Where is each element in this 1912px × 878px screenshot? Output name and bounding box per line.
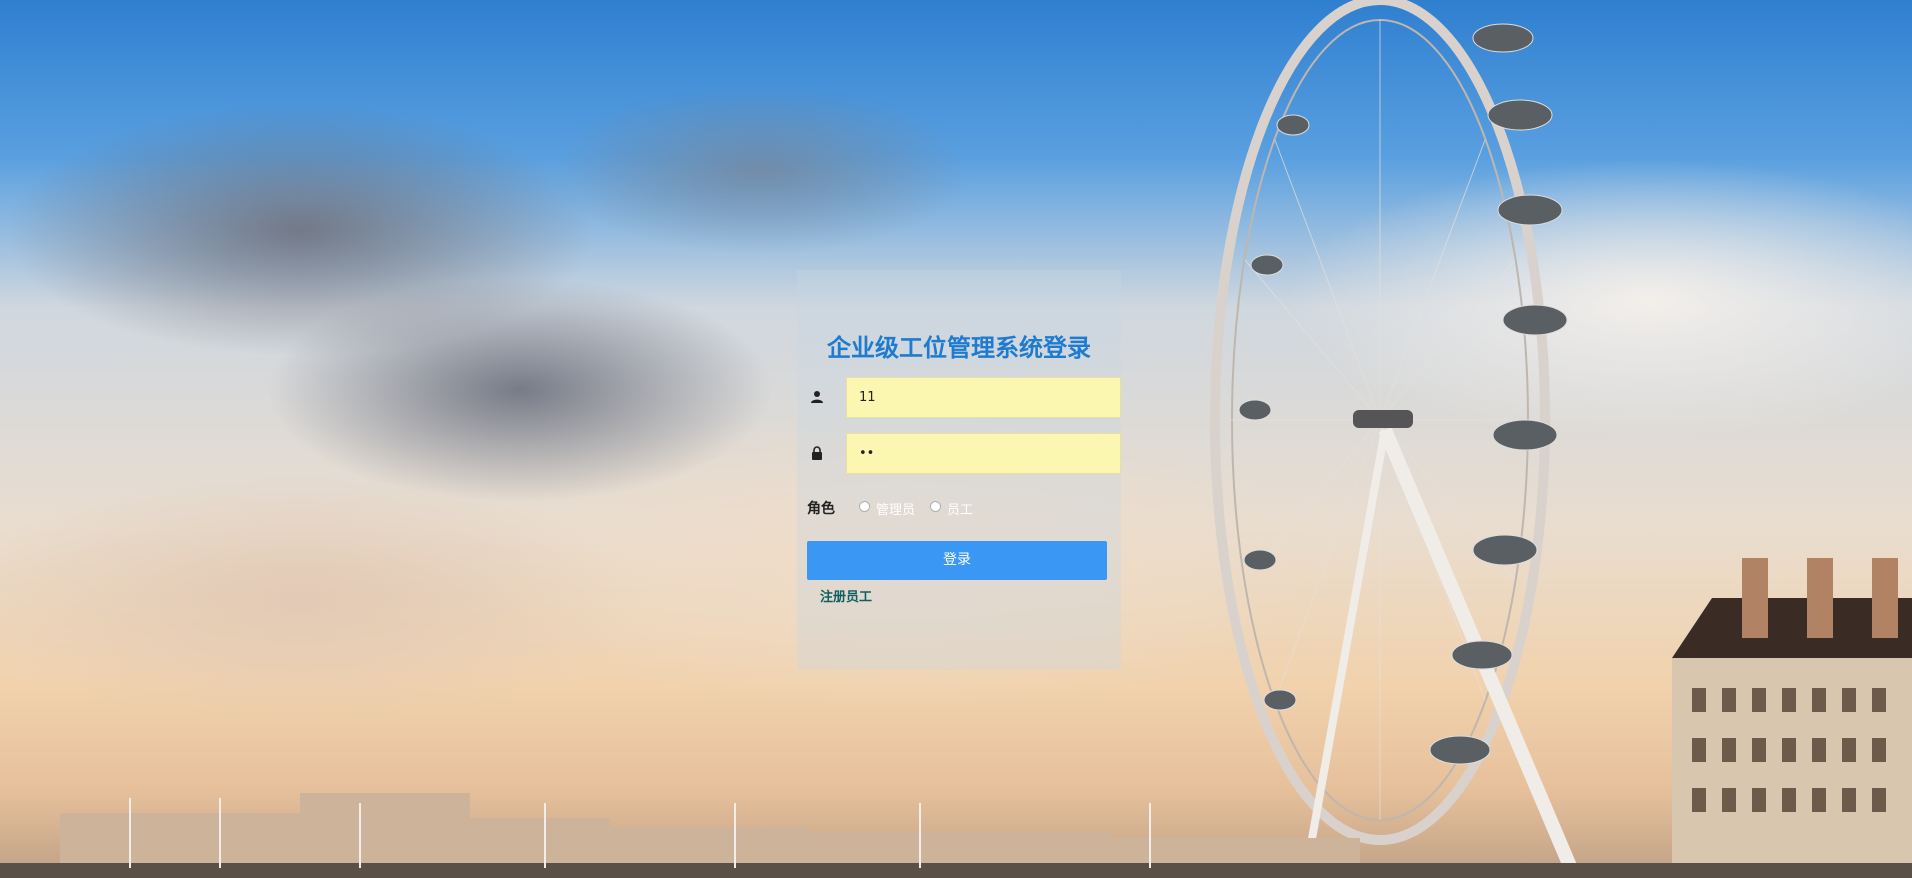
- password-row: [809, 433, 1121, 474]
- login-panel: 企业级工位管理系统登录 角色 管理员 员工 登录 注册员工: [797, 270, 1121, 670]
- login-title: 企业级工位管理系统登录: [827, 334, 1091, 362]
- role-admin-label[interactable]: 管理员: [876, 499, 915, 518]
- role-selector: 角色 管理员 员工: [807, 498, 1107, 518]
- city-skyline-image: [0, 793, 1912, 878]
- user-icon: [811, 391, 823, 403]
- role-employee-radio[interactable]: [930, 501, 941, 512]
- role-admin-radio[interactable]: [859, 501, 870, 512]
- role-label: 角色: [807, 501, 835, 517]
- username-input[interactable]: [846, 377, 1121, 418]
- password-input[interactable]: [846, 433, 1121, 474]
- role-employee-label[interactable]: 员工: [947, 499, 973, 518]
- username-row: [809, 377, 1121, 418]
- lock-icon: [812, 446, 822, 460]
- ferris-wheel-image: [1210, 0, 1582, 878]
- register-employee-link[interactable]: 注册员工: [820, 586, 872, 605]
- login-button[interactable]: 登录: [807, 541, 1107, 580]
